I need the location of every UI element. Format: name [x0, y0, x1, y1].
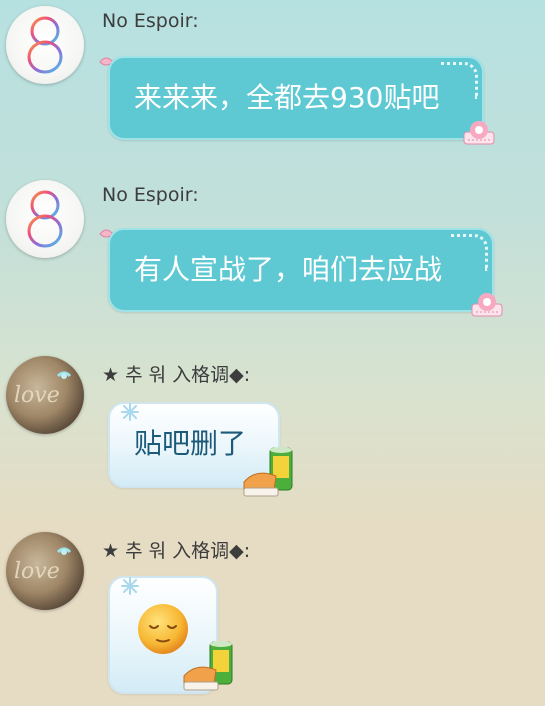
- food-can-icon: [243, 447, 293, 497]
- sender-name: ★ 추 워 入格调◆:: [102, 540, 251, 562]
- flower-stamp-icon: [471, 293, 503, 317]
- message-text: 来来来，全都去930贴吧: [134, 81, 440, 114]
- digit-8-icon: [27, 16, 63, 74]
- flower-stamp-icon: [463, 121, 495, 145]
- sender-name: No Espoir:: [102, 10, 199, 32]
- message-text: 贴吧删了: [134, 427, 247, 460]
- message-1: No Espoir: 来来来，全都去930贴吧: [0, 0, 545, 160]
- dotted-corner-decoration: [451, 234, 488, 271]
- sender-name: No Espoir:: [102, 184, 199, 206]
- sender-name: ★ 추 워 入格调◆:: [102, 364, 251, 386]
- digit-8-icon: [27, 190, 63, 248]
- message-3: love ★ 추 워 入格调◆: 贴吧删了: [0, 350, 545, 510]
- love-avatar-image: love: [14, 371, 72, 408]
- avatar-love-text: love: [14, 383, 60, 408]
- message-2: No Espoir: 有人宣战了，咱们去应战: [0, 174, 545, 334]
- love-avatar-image: love: [14, 547, 72, 584]
- chat-bubble[interactable]: 来来来，全都去930贴吧: [108, 56, 484, 140]
- snowflake-icon: [121, 403, 139, 421]
- avatar-love-text: love: [14, 559, 60, 584]
- message-text: 有人宣战了，咱们去应战: [134, 253, 443, 286]
- avatar[interactable]: [6, 180, 84, 258]
- snowflake-icon: [121, 577, 139, 595]
- avatar[interactable]: love: [6, 532, 84, 610]
- chat-bubble[interactable]: 有人宣战了，咱们去应战: [108, 228, 494, 312]
- dotted-corner-decoration: [441, 62, 478, 99]
- avatar[interactable]: [6, 6, 84, 84]
- avatar[interactable]: love: [6, 356, 84, 434]
- message-4: love ★ 추 워 入格调◆:: [0, 526, 545, 706]
- food-can-icon: [183, 641, 233, 691]
